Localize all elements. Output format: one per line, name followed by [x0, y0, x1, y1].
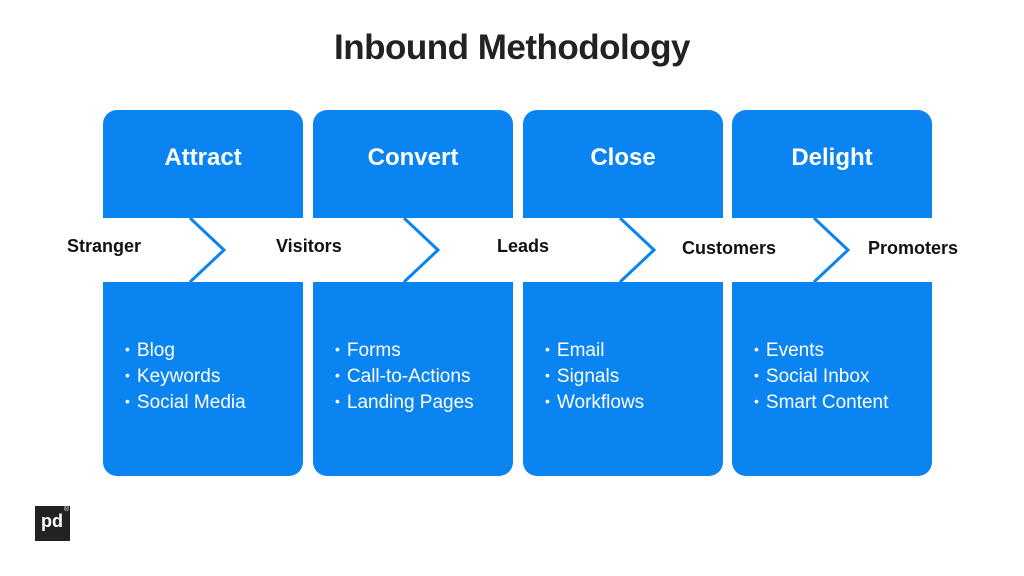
list-item: Smart Content: [754, 390, 932, 416]
list-item: Blog: [125, 338, 303, 364]
phase-close-details: Email Signals Workflows: [523, 282, 723, 476]
phase-attract-header: Attract: [103, 110, 303, 218]
page-title: Inbound Methodology: [334, 28, 690, 67]
phase-label: Attract: [164, 144, 242, 171]
tactic-list: Events Social Inbox Smart Content: [754, 338, 932, 416]
brand-logo: pd ®: [35, 506, 70, 541]
stage-customers: Customers: [682, 238, 777, 258]
tactic-list: Blog Keywords Social Media: [125, 338, 303, 416]
list-item: Signals: [545, 364, 723, 390]
chevron-arrow-icon: [618, 218, 657, 282]
list-item: Email: [545, 338, 723, 364]
phase-delight-details: Events Social Inbox Smart Content: [732, 282, 932, 476]
stage-stranger: Stranger: [67, 236, 142, 256]
phase-attract-details: Blog Keywords Social Media: [103, 282, 303, 476]
phase-label: Close: [590, 144, 656, 171]
tactic-list: Forms Call-to-Actions Landing Pages: [335, 338, 513, 416]
list-item: Workflows: [545, 390, 723, 416]
phase-convert-details: Forms Call-to-Actions Landing Pages: [313, 282, 513, 476]
stage-visitors: Visitors: [276, 236, 342, 256]
phase-convert-header: Convert: [313, 110, 513, 218]
chevron-arrow-icon: [188, 218, 227, 282]
registered-mark-icon: ®: [63, 506, 69, 513]
chevron-arrow-icon: [812, 218, 851, 282]
stage-leads: Leads: [497, 236, 550, 256]
phase-label: Convert: [367, 144, 459, 171]
list-item: Landing Pages: [335, 390, 513, 416]
list-item: Social Media: [125, 390, 303, 416]
phase-label: Delight: [791, 144, 873, 171]
phase-close-header: Close: [523, 110, 723, 218]
list-item: Social Inbox: [754, 364, 932, 390]
logo-text: pd: [41, 511, 63, 531]
list-item: Call-to-Actions: [335, 364, 513, 390]
list-item: Events: [754, 338, 932, 364]
chevron-arrow-icon: [402, 218, 441, 282]
list-item: Forms: [335, 338, 513, 364]
phase-delight-header: Delight: [732, 110, 932, 218]
list-item: Keywords: [125, 364, 303, 390]
stage-promoters: Promoters: [868, 238, 959, 258]
tactic-list: Email Signals Workflows: [545, 338, 723, 416]
